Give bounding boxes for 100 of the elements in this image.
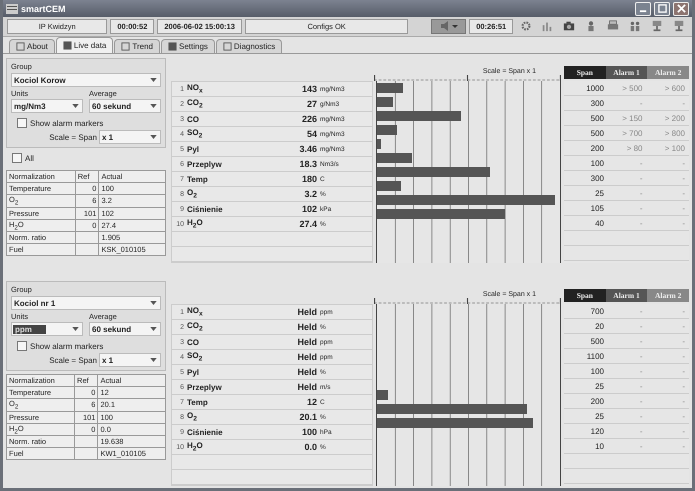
span-value: 1100: [586, 352, 604, 360]
measurement-name: Temp: [187, 174, 209, 184]
alarm-value: -: [638, 98, 644, 108]
maximize-button[interactable]: [654, 2, 670, 16]
alarm-value: -: [681, 396, 686, 406]
alarm-value: -: [638, 174, 644, 182]
measurement-value: Held: [296, 307, 317, 317]
alarm-value: > 800: [664, 128, 686, 138]
caret-icon: [150, 358, 157, 362]
alarm-value: -: [638, 322, 644, 330]
alarm-value: -: [638, 188, 644, 198]
alarm-value: -: [681, 174, 686, 182]
span-value: 25: [594, 382, 604, 390]
span-value: 200: [590, 396, 604, 406]
group-dropdown[interactable]: Kociol nr 1: [11, 296, 161, 310]
minimize-button[interactable]: [635, 2, 651, 16]
maximize-icon: [658, 4, 666, 14]
checkbox-label: Show alarm markers: [30, 118, 104, 128]
measurement-value: Held: [296, 367, 317, 377]
span-value: 300: [590, 98, 604, 108]
alarm-value: -: [638, 306, 644, 316]
alarm-value: -: [638, 366, 644, 376]
checkbox-label: Show alarm markers: [30, 342, 104, 350]
alarm-value: -: [681, 158, 686, 168]
measurement-value: 100: [300, 427, 317, 437]
measurement-value: 18.3: [298, 159, 317, 169]
measurement-value: 3.2: [303, 189, 317, 199]
scale-dropdown[interactable]: x 1: [99, 353, 161, 367]
measurement-name: NO$_{x}$: [187, 83, 204, 95]
measurement-name: H$_{2}$O: [187, 441, 204, 453]
tab[interactable]: Live data: [56, 37, 114, 53]
square-icon: [16, 42, 25, 51]
alarm-value: -: [681, 352, 686, 360]
span-value: 300: [590, 174, 604, 182]
alarm-value: -: [681, 218, 686, 228]
alarm-value: > 100: [664, 144, 686, 152]
alarm-value: -: [638, 412, 644, 420]
checkbox-label: All: [25, 154, 34, 162]
measurement-value: 102: [300, 204, 317, 214]
measurement-name: SO$_{2}$: [187, 128, 204, 140]
alarm-value: -: [681, 188, 686, 198]
average-dropdown[interactable]: 60 sekund: [89, 99, 161, 113]
speaker-dropdown[interactable]: [431, 18, 466, 34]
span-value: 120: [590, 426, 604, 436]
alarm-value: > 500: [621, 84, 644, 92]
average-dropdown[interactable]: 60 sekund: [89, 322, 161, 336]
alarm-value: -: [638, 218, 644, 228]
caret-icon: [150, 78, 157, 82]
square-icon: [121, 42, 130, 51]
caret-icon: [150, 327, 157, 331]
alarm-value: -: [638, 426, 644, 436]
span-value: 20: [594, 322, 604, 330]
measurement-name: CO: [187, 114, 200, 124]
tab[interactable]: About: [9, 39, 55, 53]
checkbox[interactable]: [12, 153, 22, 163]
alarm-value: -: [681, 204, 686, 212]
alarm-value: -: [638, 336, 644, 346]
measurement-value: 27: [306, 99, 317, 109]
alarm-value: > 600: [664, 84, 686, 92]
caret-icon: [72, 104, 79, 108]
span-value: 500: [590, 114, 604, 122]
scale-label: Scale = Span: [49, 356, 97, 364]
alarm-value: -: [681, 426, 686, 436]
checkbox[interactable]: [17, 118, 27, 128]
measurement-name: O$_{2}$: [187, 188, 198, 200]
span-value: 25: [594, 188, 604, 198]
square-icon: [62, 41, 72, 50]
speaker-icon: [438, 21, 459, 32]
caret-icon: [150, 135, 157, 139]
scale-dropdown[interactable]: x 1: [99, 130, 161, 144]
alarm-value: -: [681, 412, 686, 420]
units-dropdown[interactable]: ppm: [11, 322, 83, 336]
tab[interactable]: Trend: [114, 39, 160, 53]
window-title: smartCEM: [21, 4, 66, 14]
square-icon: [168, 42, 177, 51]
span-value: 200: [590, 144, 604, 152]
measurement-name: Pyl: [187, 368, 200, 376]
alarm-value: -: [681, 442, 686, 450]
alarm-value: -: [681, 382, 686, 390]
measurement-name: O$_{2}$: [187, 411, 198, 423]
tab[interactable]: Diagnostics: [216, 39, 282, 53]
span-value: 500: [590, 336, 604, 346]
units-dropdown[interactable]: mg/Nm3: [11, 99, 83, 113]
measurement-name: Przeplyw: [187, 382, 223, 392]
measurement-name: CO$_{2}$: [187, 321, 204, 333]
measurement-name: Temp: [187, 398, 209, 406]
alarm-value: -: [638, 352, 644, 360]
measurement-value: 180: [300, 174, 317, 184]
span-value: 500: [590, 128, 604, 138]
caret-icon: [150, 301, 157, 305]
measurement-name: NO$_{x}$: [187, 306, 204, 318]
checkbox[interactable]: [17, 341, 27, 351]
span-value: 1000: [585, 84, 604, 92]
group-dropdown[interactable]: Kociol Korow: [11, 73, 161, 87]
measurement-name: SO$_{2}$: [187, 351, 204, 363]
measurement-name: Pyl: [187, 144, 200, 154]
tab[interactable]: Settings: [160, 39, 215, 53]
close-button[interactable]: [673, 2, 689, 16]
measurement-name: H$_{2}$O: [187, 218, 204, 230]
alarm-value: -: [681, 322, 686, 330]
